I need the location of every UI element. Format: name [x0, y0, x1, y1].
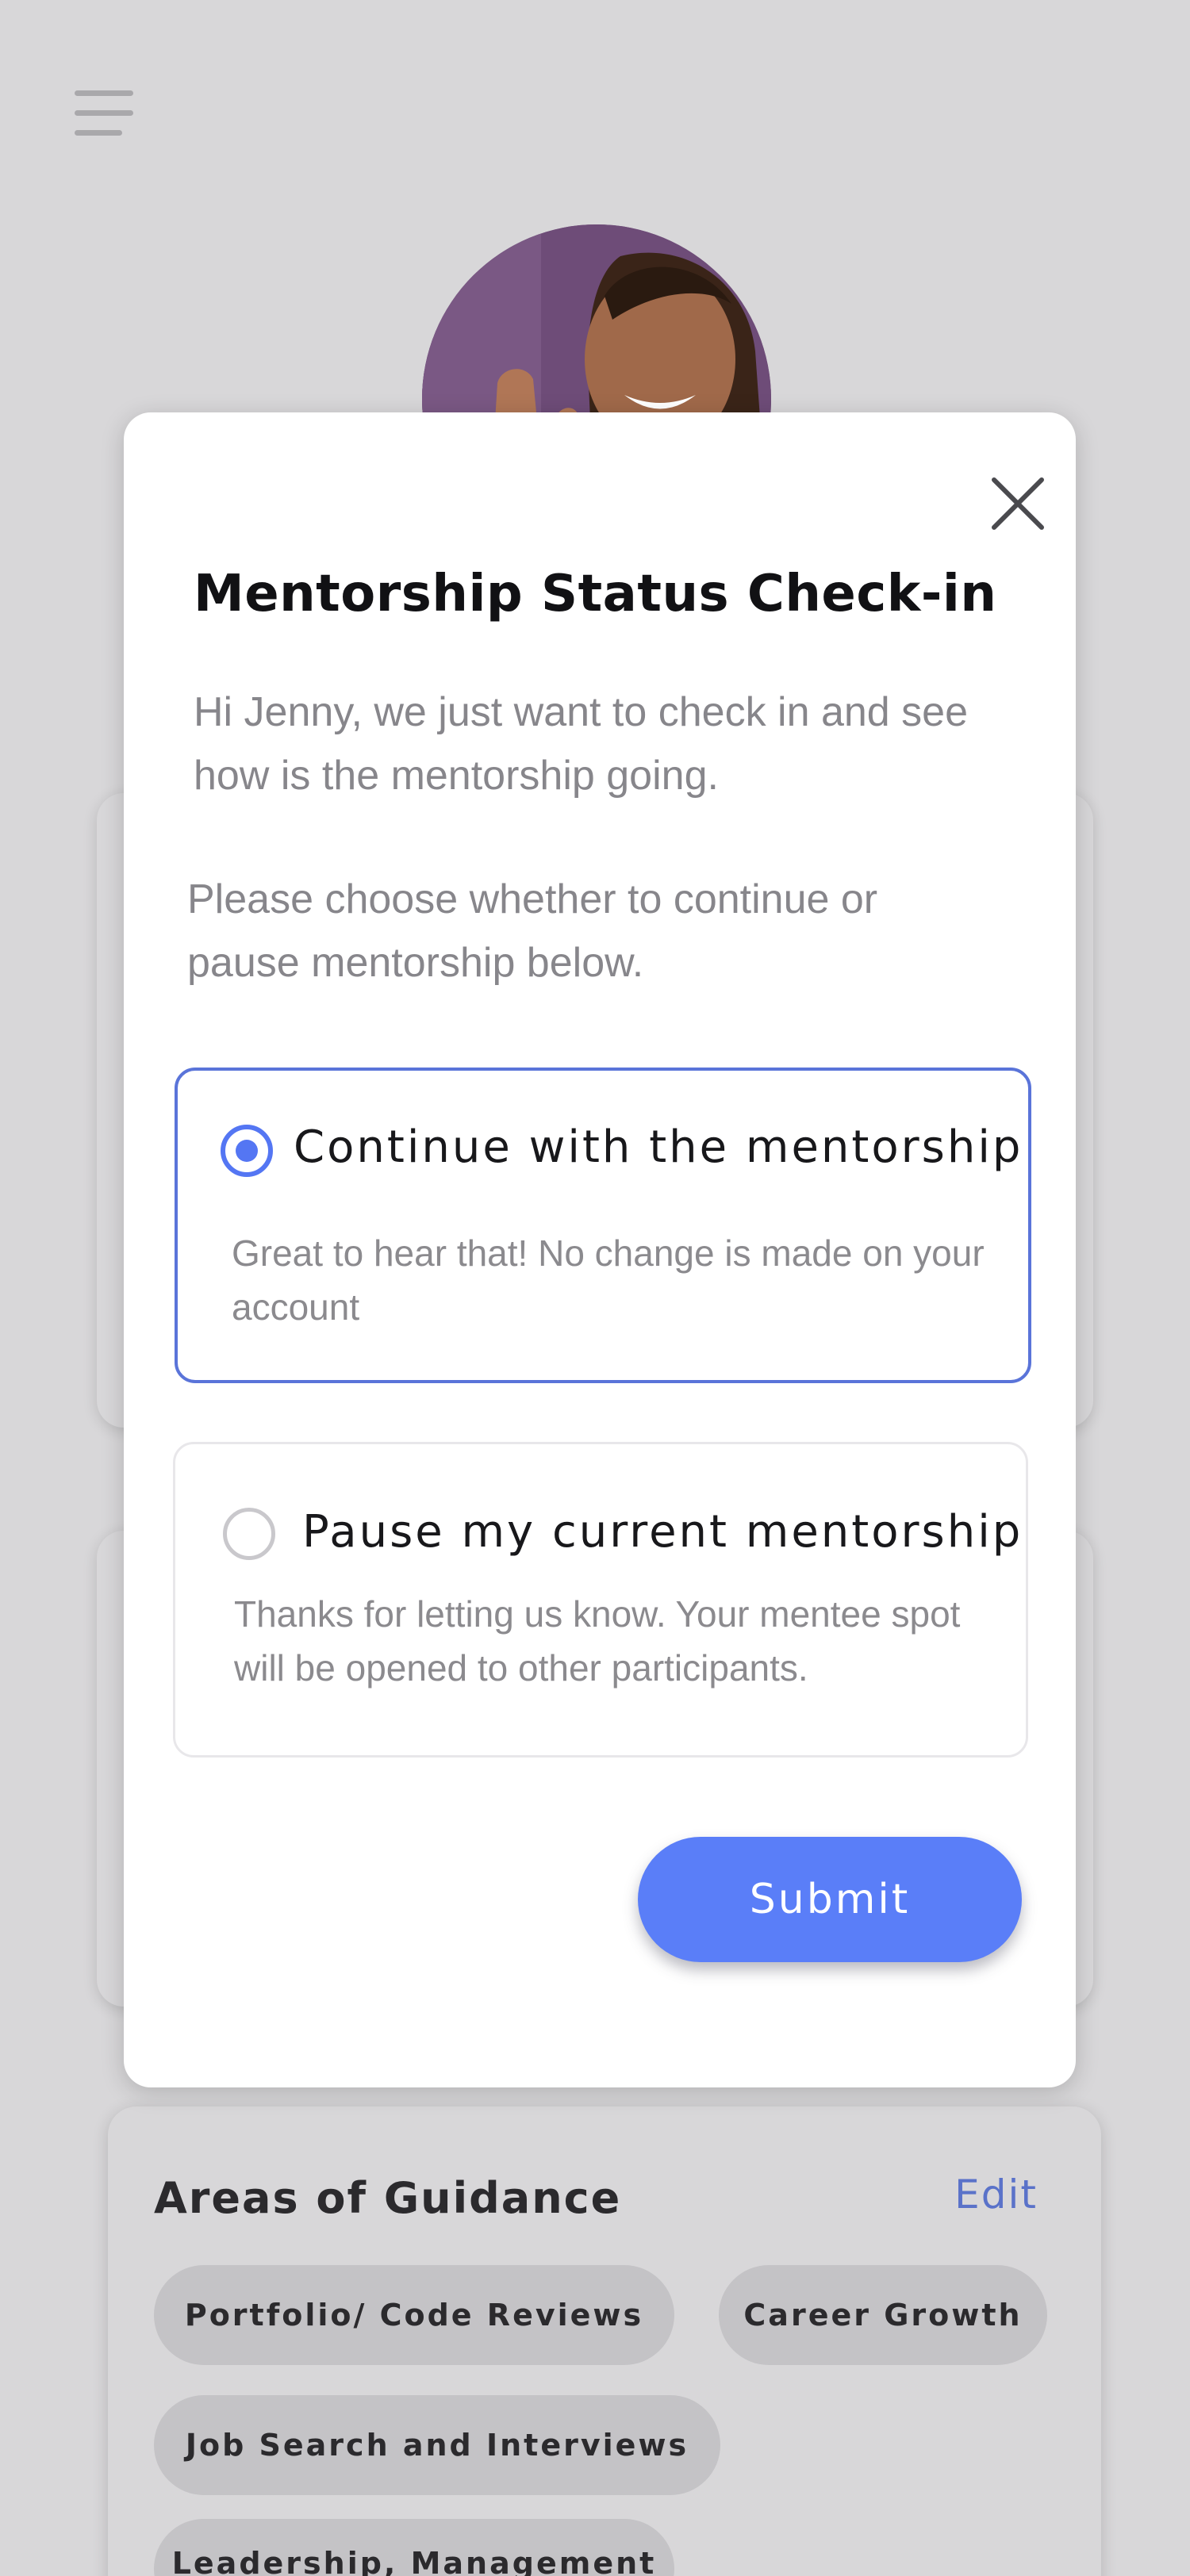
guidance-tag[interactable]: Job Search and Interviews — [154, 2395, 720, 2495]
edit-link[interactable]: Edit — [954, 2172, 1038, 2218]
modal-intro-text: Hi Jenny, we just want to check in and s… — [194, 689, 968, 799]
modal-instruction-text: Please choose whether to continue or pau… — [187, 876, 878, 986]
hamburger-menu-icon[interactable] — [75, 87, 133, 138]
guidance-tag[interactable]: Leadership, Management — [154, 2519, 674, 2576]
mentorship-checkin-modal: Mentorship Status Check-in Hi Jenny, we … — [124, 412, 1076, 2087]
option-label: Pause my current mentorship — [302, 1506, 1023, 1558]
submit-button[interactable]: Submit — [638, 1837, 1022, 1962]
pause-mentorship-option[interactable]: Pause my current mentorship Thanks for l… — [173, 1442, 1028, 1758]
radio-unselected-icon[interactable] — [223, 1508, 275, 1560]
areas-of-guidance-card: Areas of Guidance Edit Portfolio/ Code R… — [108, 2106, 1101, 2576]
option-label: Continue with the mentorship — [294, 1121, 1023, 1173]
guidance-tag[interactable]: Portfolio/ Code Reviews — [154, 2265, 674, 2365]
areas-of-guidance-title: Areas of Guidance — [154, 2173, 622, 2223]
option-description: Thanks for letting us know. Your mentee … — [234, 1593, 961, 1689]
close-icon[interactable] — [982, 468, 1054, 539]
modal-title: Mentorship Status Check-in — [194, 565, 997, 623]
option-description: Great to hear that! No change is made on… — [232, 1232, 985, 1328]
radio-selected-icon[interactable] — [221, 1125, 273, 1177]
continue-mentorship-option[interactable]: Continue with the mentorship Great to he… — [175, 1068, 1031, 1383]
guidance-tag[interactable]: Career Growth — [719, 2265, 1047, 2365]
